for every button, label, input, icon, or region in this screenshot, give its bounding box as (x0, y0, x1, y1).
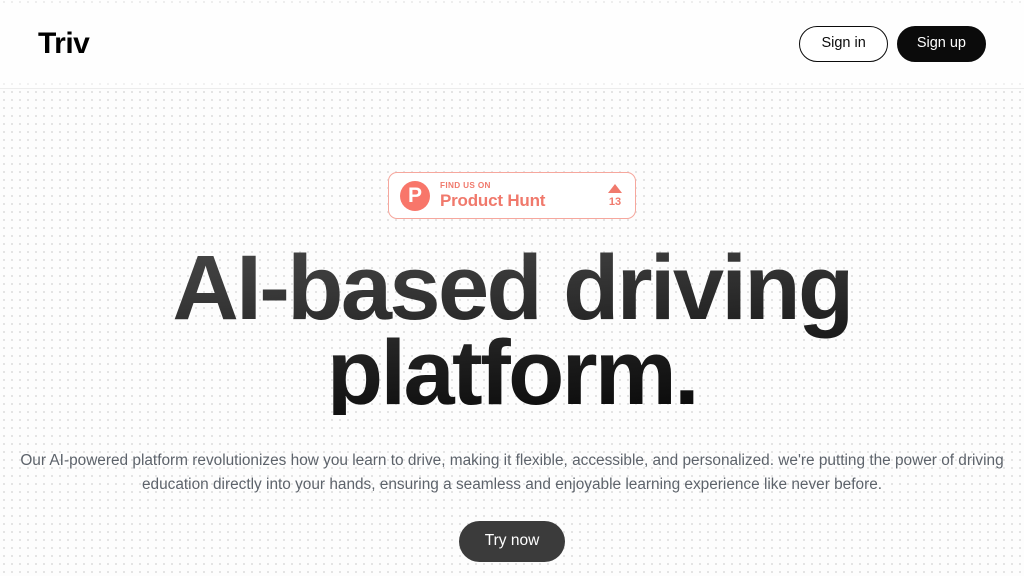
sign-up-button[interactable]: Sign up (896, 26, 986, 62)
hero-section: P FIND US ON Product Hunt 13 AI-based dr… (0, 89, 1024, 576)
try-now-button[interactable]: Try now (458, 521, 566, 562)
product-hunt-upvote[interactable]: 13 (608, 183, 624, 208)
brand-logo[interactable]: Triv (38, 29, 90, 59)
sign-in-button[interactable]: Sign in (799, 26, 888, 62)
header-actions: Sign in Sign up (799, 26, 986, 62)
product-hunt-icon-letter: P (407, 183, 422, 207)
hero-description: Our AI-powered platform revolutionizes h… (20, 452, 1004, 494)
product-hunt-upvote-count: 13 (608, 195, 622, 208)
product-hunt-kicker: FIND US ON (440, 180, 491, 190)
site-header: Triv Sign in Sign up (0, 0, 1024, 89)
product-hunt-icon: P (400, 180, 430, 211)
product-hunt-badge[interactable]: P FIND US ON Product Hunt 13 (388, 172, 636, 219)
product-hunt-title: Product Hunt (440, 190, 546, 210)
landing-page: Triv Sign in Sign up P FIND US ON Produc… (0, 0, 1024, 576)
triangle-up-icon (608, 183, 622, 193)
page-title: AI-based driving platform. (162, 242, 862, 419)
product-hunt-badge-text: FIND US ON Product Hunt (440, 181, 598, 211)
